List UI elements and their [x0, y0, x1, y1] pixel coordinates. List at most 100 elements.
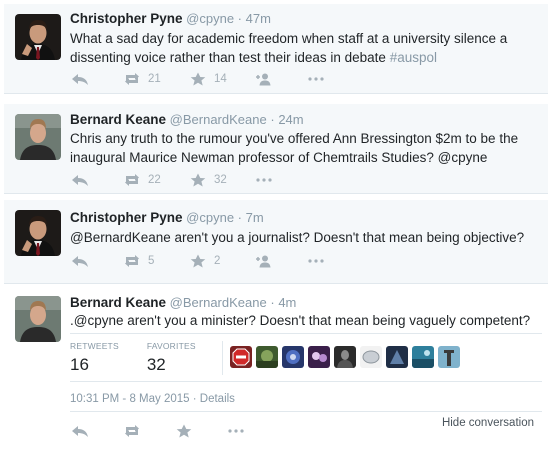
- favoriter-avatar[interactable]: [256, 346, 278, 368]
- tweet-datetime: 10:31 PM - 8 May 2015 · Details: [70, 393, 235, 405]
- reply-button[interactable]: [70, 254, 96, 268]
- author-handle[interactable]: @BernardKeane: [170, 295, 267, 310]
- author-name[interactable]: Christopher Pyne: [70, 210, 183, 225]
- more-dots-icon: [226, 424, 246, 438]
- retweet-icon: [122, 173, 142, 187]
- favorite-button[interactable]: 14: [188, 72, 228, 86]
- reply-button[interactable]: [70, 424, 96, 438]
- more-button[interactable]: [306, 254, 332, 268]
- favorite-count: 2: [214, 255, 221, 267]
- favorites-label: FAVORITES: [146, 341, 196, 351]
- tweet-4-expanded[interactable]: Bernard Keane @BernardKeane · 4m .@cpyne…: [4, 286, 548, 449]
- author-name[interactable]: Christopher Pyne: [70, 11, 183, 26]
- details-link[interactable]: Details: [200, 393, 235, 405]
- retweet-icon: [122, 254, 142, 268]
- favorite-count: 32: [214, 174, 227, 186]
- retweet-button[interactable]: 22: [122, 173, 162, 187]
- tweet-text: Chris any truth to the rumour you've off…: [70, 131, 519, 165]
- favorite-button[interactable]: [174, 424, 200, 438]
- follow-button[interactable]: [254, 72, 280, 86]
- tweet-text-body: What a sad day for academic freedom when…: [70, 31, 508, 65]
- tweet-text: What a sad day for academic freedom when…: [70, 29, 540, 67]
- avatar[interactable]: [15, 210, 61, 256]
- reply-button[interactable]: [70, 72, 96, 86]
- timestamp[interactable]: 47m: [246, 11, 271, 26]
- star-icon: [188, 254, 208, 268]
- more-dots-icon: [306, 254, 326, 268]
- tweet-stats: RETWEETS 16 FAVORITES 32: [70, 341, 224, 375]
- timestamp[interactable]: 24m: [278, 112, 303, 127]
- separator: ·: [237, 11, 243, 26]
- more-dots-icon: [306, 72, 326, 86]
- separator: ·: [237, 210, 243, 225]
- tweet-text: @BernardKeane aren't you a journalist? D…: [70, 230, 525, 245]
- tweet-2[interactable]: Bernard Keane @BernardKeane · 24m Chris …: [4, 104, 548, 194]
- tweet-actions: 5 2: [70, 252, 358, 270]
- favoriter-avatar[interactable]: [412, 346, 434, 368]
- hashtag-link[interactable]: #auspol: [390, 50, 437, 65]
- favorite-button[interactable]: 32: [188, 173, 228, 187]
- retweet-button[interactable]: [122, 424, 148, 438]
- timestamp[interactable]: 4m: [278, 295, 296, 310]
- star-icon: [188, 173, 208, 187]
- retweet-icon: [122, 424, 142, 438]
- retweets-value: 16: [70, 355, 89, 374]
- more-button[interactable]: [306, 72, 332, 86]
- tweet-actions: 21 14: [70, 70, 358, 88]
- favoriter-avatar[interactable]: [334, 346, 356, 368]
- favoriter-avatar[interactable]: [308, 346, 330, 368]
- favorite-button[interactable]: 2: [188, 254, 228, 268]
- author-handle[interactable]: @cpyne: [186, 11, 234, 26]
- reply-button[interactable]: [70, 173, 96, 187]
- avatar[interactable]: [15, 114, 61, 160]
- reply-icon: [70, 173, 90, 187]
- more-dots-icon: [254, 173, 274, 187]
- divider: [70, 333, 542, 334]
- favoriter-avatar[interactable]: [282, 346, 304, 368]
- add-user-icon: [254, 254, 274, 268]
- tweet-3[interactable]: Christopher Pyne @cpyne · 7m @BernardKea…: [4, 200, 548, 284]
- datetime-text[interactable]: 10:31 PM - 8 May 2015: [70, 393, 190, 405]
- author-handle[interactable]: @cpyne: [186, 210, 234, 225]
- retweets-label: RETWEETS: [70, 341, 119, 351]
- favoriter-avatar[interactable]: [360, 346, 382, 368]
- author-name[interactable]: Bernard Keane: [70, 112, 166, 127]
- avatar[interactable]: [15, 14, 61, 60]
- tweet-1[interactable]: Christopher Pyne @cpyne · 47m What a sad…: [4, 4, 548, 94]
- retweet-icon: [122, 72, 142, 86]
- retweet-button[interactable]: 5: [122, 254, 162, 268]
- favorite-count: 14: [214, 73, 227, 85]
- retweet-button[interactable]: 21: [122, 72, 162, 86]
- author-name[interactable]: Bernard Keane: [70, 295, 166, 310]
- divider: [70, 411, 542, 412]
- avatar[interactable]: [15, 296, 61, 342]
- stats-separator: [222, 341, 223, 375]
- more-button[interactable]: [254, 173, 280, 187]
- star-icon: [188, 72, 208, 86]
- reply-icon: [70, 424, 90, 438]
- more-button[interactable]: [226, 424, 252, 438]
- favoriter-avatars: [230, 346, 464, 368]
- retweets-stat[interactable]: RETWEETS 16: [70, 341, 119, 375]
- retweet-count: 5: [148, 255, 155, 267]
- tweet-header: Christopher Pyne @cpyne · 47m: [70, 11, 271, 26]
- reply-icon: [70, 254, 90, 268]
- hide-conversation-link[interactable]: Hide conversation: [442, 417, 534, 429]
- favoriter-avatar[interactable]: [230, 346, 252, 368]
- star-icon: [174, 424, 194, 438]
- author-handle[interactable]: @BernardKeane: [170, 112, 267, 127]
- timestamp[interactable]: 7m: [246, 210, 264, 225]
- separator: ·: [270, 112, 275, 127]
- divider: [70, 381, 542, 382]
- tweet-header: Christopher Pyne @cpyne · 7m: [70, 210, 264, 225]
- add-user-icon: [254, 72, 274, 86]
- tweet-actions: [70, 422, 278, 440]
- follow-button[interactable]: [254, 254, 280, 268]
- tweet-actions: 22 32: [70, 171, 306, 189]
- favoriter-avatar[interactable]: [386, 346, 408, 368]
- retweet-count: 22: [148, 174, 161, 186]
- favoriter-avatar[interactable]: [438, 346, 460, 368]
- tweet-header: Bernard Keane @BernardKeane · 24m: [70, 112, 304, 127]
- reply-icon: [70, 72, 90, 86]
- favorites-stat[interactable]: FAVORITES 32: [147, 341, 196, 375]
